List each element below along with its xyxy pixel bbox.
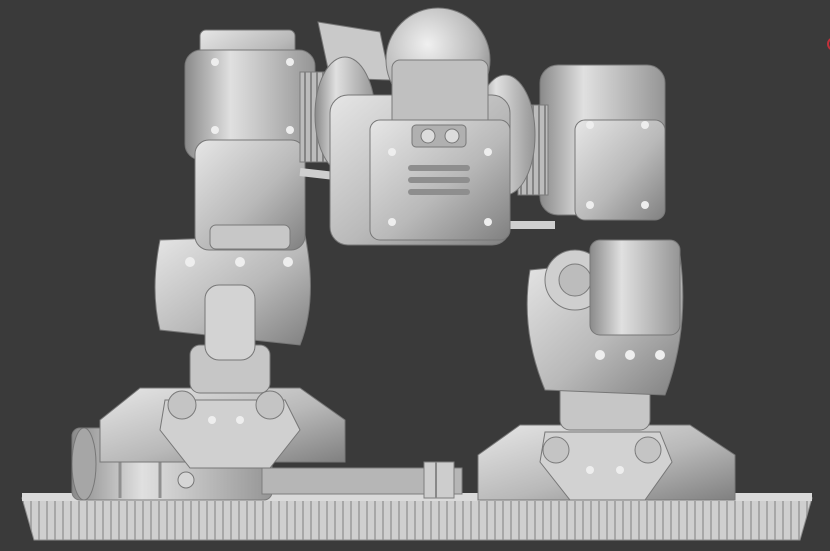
3d-viewport[interactable] xyxy=(0,0,830,551)
torso xyxy=(314,7,536,246)
torso-vent xyxy=(408,165,470,195)
left-lower-leg xyxy=(154,234,311,394)
ground-pipe xyxy=(261,461,463,499)
left-upper-leg xyxy=(184,29,329,251)
right-lower-leg xyxy=(526,239,684,431)
mech-model-render xyxy=(21,7,830,541)
left-foot xyxy=(99,387,346,469)
right-foot xyxy=(477,424,736,501)
right-upper-leg xyxy=(517,64,666,221)
